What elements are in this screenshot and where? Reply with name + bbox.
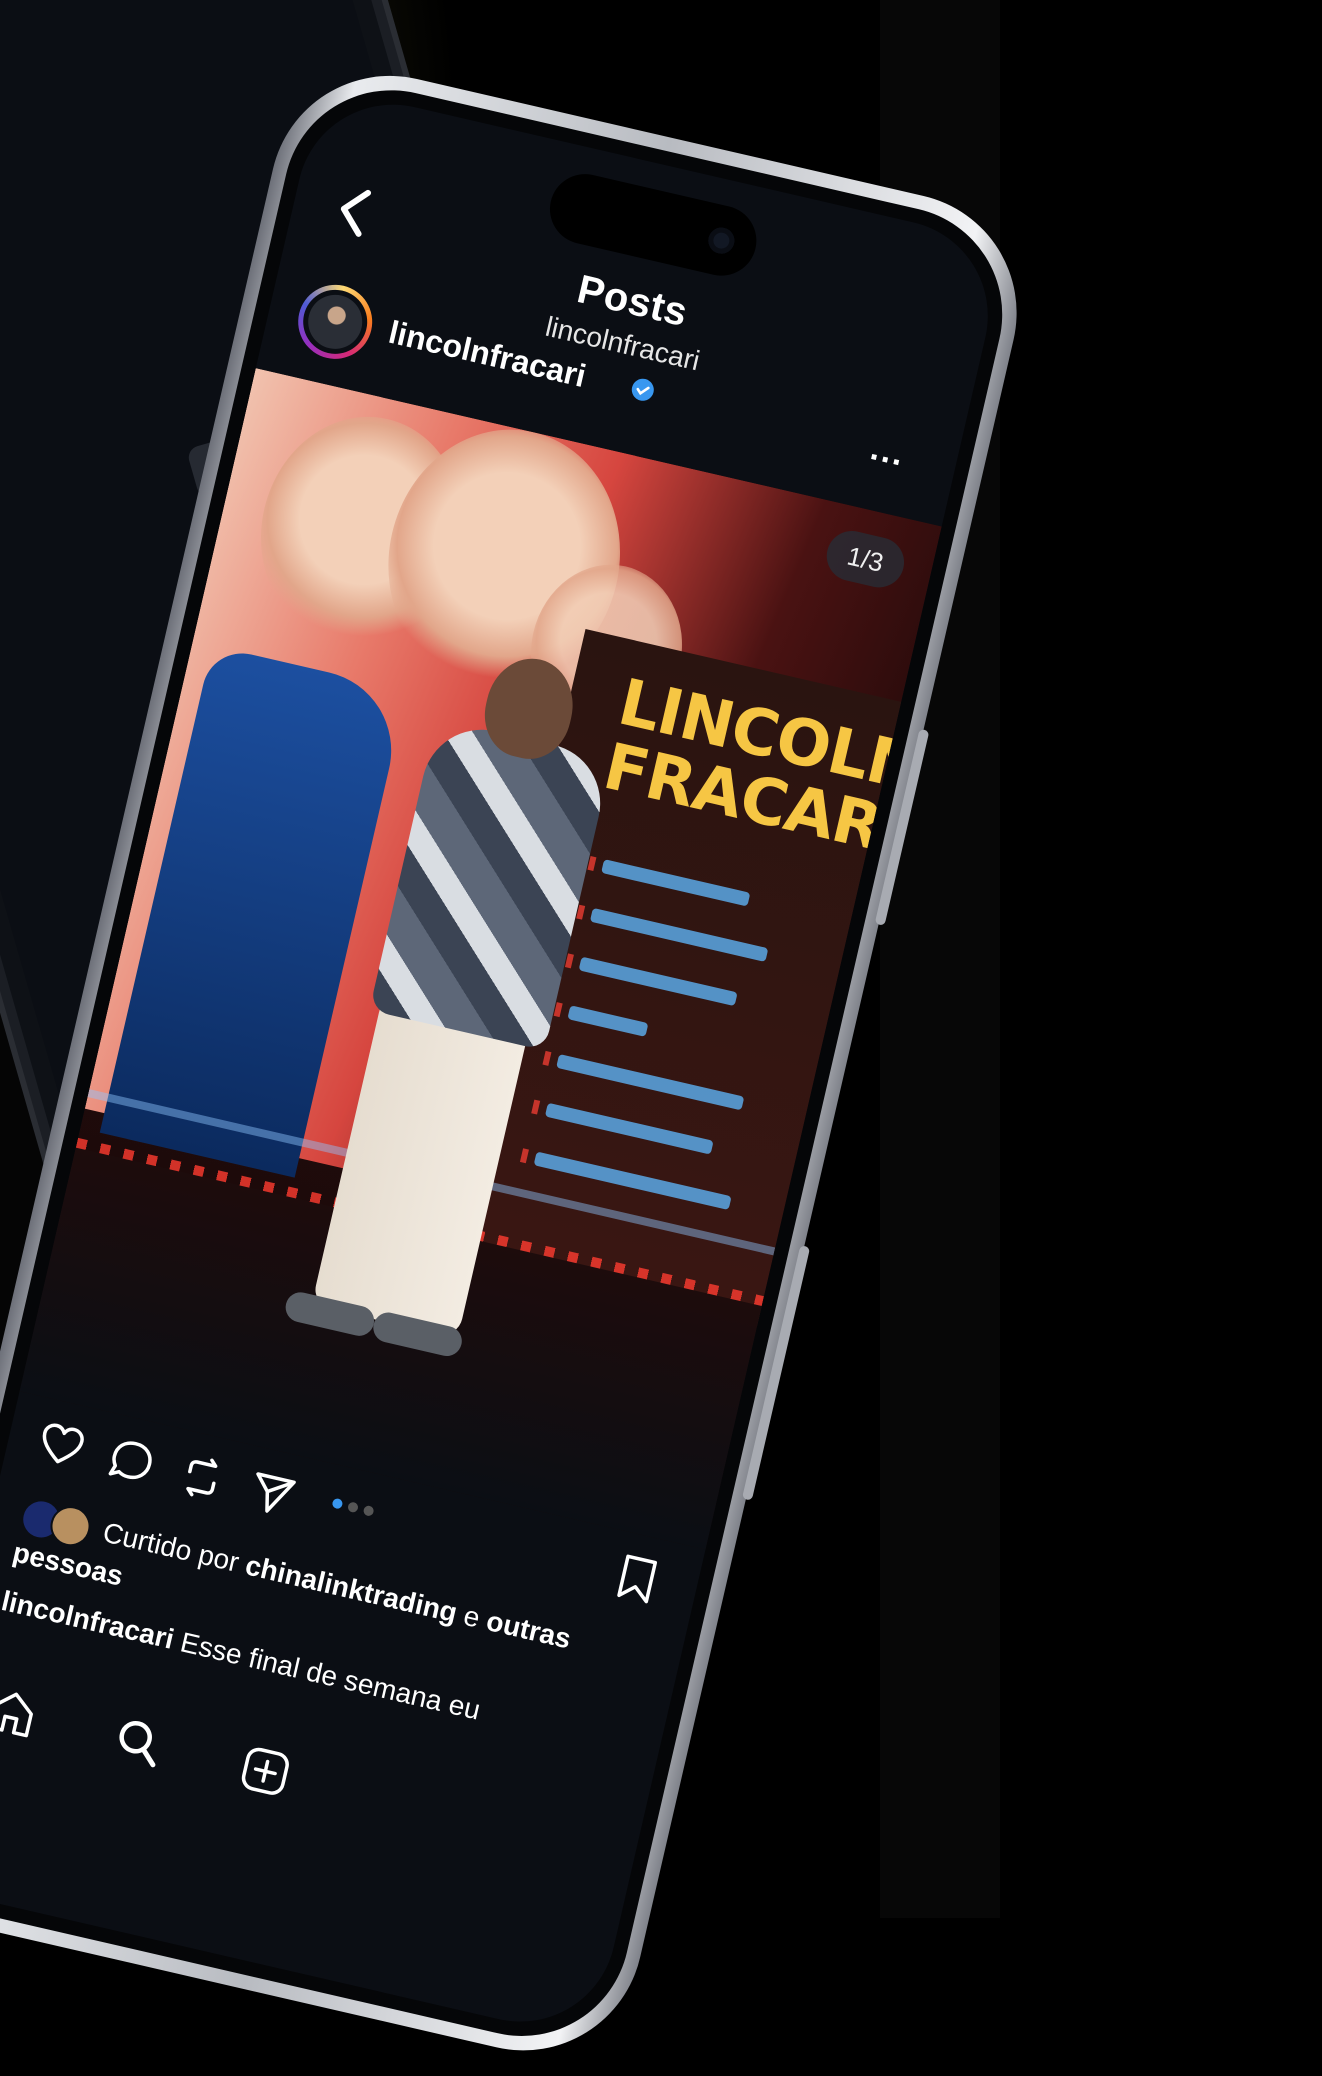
- share-send-icon[interactable]: [244, 1466, 299, 1521]
- create-icon[interactable]: [235, 1741, 295, 1801]
- repost-icon[interactable]: [174, 1450, 229, 1505]
- more-options-icon[interactable]: ...: [867, 429, 909, 475]
- home-icon[interactable]: [0, 1683, 42, 1743]
- like-heart-icon[interactable]: [34, 1417, 89, 1472]
- verified-badge-icon: [631, 378, 654, 401]
- carousel-dot: [331, 1497, 344, 1510]
- bottom-tab-bar: [0, 1664, 643, 1920]
- search-icon[interactable]: [109, 1712, 169, 1772]
- comment-icon[interactable]: [104, 1434, 159, 1489]
- camera-icon: [705, 225, 737, 257]
- likes-joiner: e: [460, 1599, 483, 1634]
- carousel-dot: [347, 1501, 360, 1514]
- carousel-dot: [362, 1504, 375, 1517]
